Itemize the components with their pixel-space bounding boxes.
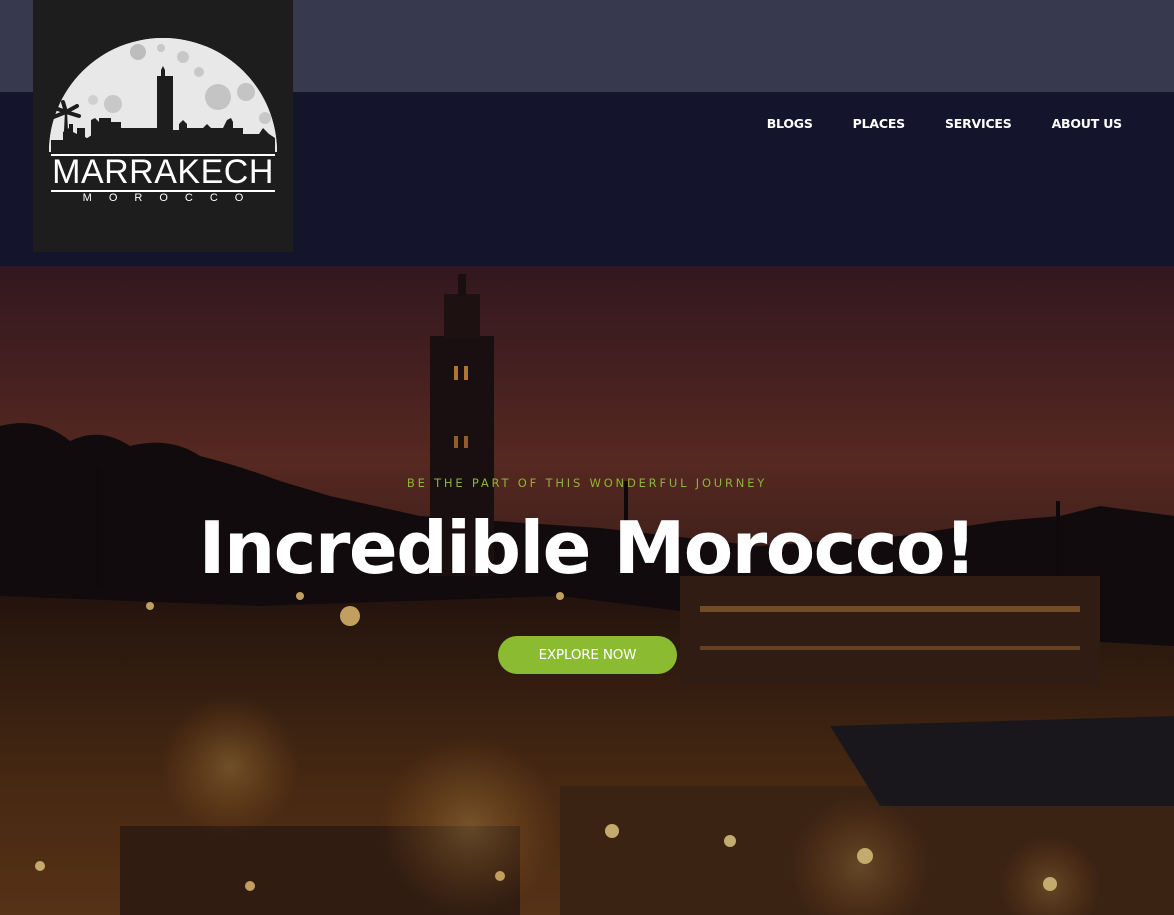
nav-places[interactable]: PLACES [853,116,906,131]
brand-name: MARRAKECH [52,153,274,191]
nav-services[interactable]: SERVICES [945,116,1012,131]
moon-skyline-logo [49,38,277,152]
explore-now-button[interactable]: EXPLORE NOW [498,636,677,674]
main-nav: BLOGS PLACES SERVICES ABOUT US [767,116,1122,131]
hero-tagline: BE THE PART OF THIS WONDERFUL JOURNEY [406,476,768,490]
hero-section: BE THE PART OF THIS WONDERFUL JOURNEY In… [0,266,1174,915]
nav-about-us[interactable]: ABOUT US [1052,116,1123,131]
brand-subtitle: MOROCCO [82,192,261,204]
site-logo[interactable]: MARRAKECH MOROCCO [33,0,293,252]
nav-blogs[interactable]: BLOGS [767,116,813,131]
hero-headline: Incredible Morocco! [198,506,977,590]
hero-overlay [0,266,1174,915]
